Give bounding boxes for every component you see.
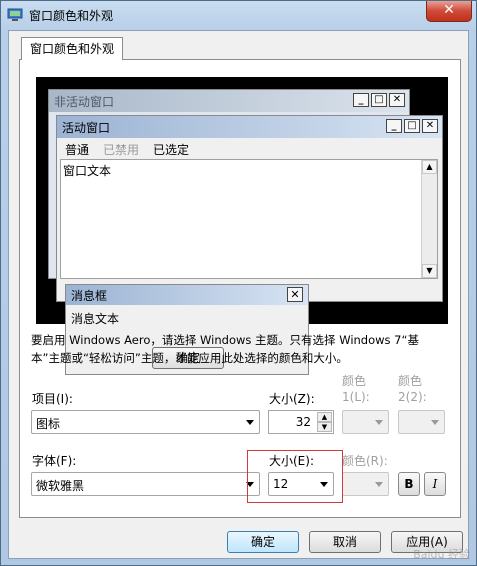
inactive-window-title: 非活动窗口 <box>54 95 115 109</box>
chevron-down-icon <box>375 482 383 487</box>
close-icon: ✕ <box>389 93 405 107</box>
tab-window-color[interactable]: 窗口颜色和外观 <box>21 37 124 60</box>
color2-picker[interactable] <box>398 410 445 434</box>
maximize-icon: □ <box>404 119 420 133</box>
preview-scrollbar[interactable]: ▲ ▼ <box>421 160 437 278</box>
color2-sub-label: 2(2): <box>398 390 427 404</box>
window-text: 窗口文本 <box>63 164 112 178</box>
spin-up-icon[interactable]: ▲ <box>317 412 332 422</box>
italic-button[interactable]: I <box>424 472 446 496</box>
chevron-down-icon <box>246 420 254 425</box>
ok-button[interactable]: 确定 <box>227 531 299 553</box>
active-title-bar[interactable]: 活动窗口 _ □ ✕ <box>57 116 442 138</box>
font-color-label: 颜色(R): <box>342 454 388 468</box>
watermark: Baidu 经验 <box>413 548 470 561</box>
font-label: 字体(F): <box>32 454 77 468</box>
menu-item-normal[interactable]: 普通 <box>65 141 89 158</box>
dialog-window: 窗口颜色和外观 ✕ 窗口颜色和外观 非活动窗口 _ □ ✕ 活动窗口 _ □ ✕… <box>0 0 477 566</box>
spin-down-icon[interactable]: ▼ <box>317 422 332 432</box>
item-size-stepper[interactable]: 32 ▲ ▼ <box>268 410 334 434</box>
scroll-up-icon: ▲ <box>422 160 437 174</box>
item-size-label: 大小(Z): <box>269 392 315 406</box>
tab-panel: 非活动窗口 _ □ ✕ 活动窗口 _ □ ✕ 普通 已禁用 已选定 窗口文本 ▲… <box>19 59 461 518</box>
aero-info-text: 要启用 Windows Aero，请选择 Windows 主题。只有选择 Win… <box>31 333 419 365</box>
maximize-icon: □ <box>371 93 387 107</box>
menu-item-selected[interactable]: 已选定 <box>153 141 189 158</box>
preview-menu-bar: 普通 已禁用 已选定 <box>57 140 442 158</box>
font-color-picker[interactable] <box>342 472 389 496</box>
item-size-value: 32 <box>295 415 311 429</box>
display-settings-icon <box>7 8 23 21</box>
chevron-down-icon <box>375 420 383 425</box>
message-box-title: 消息框 <box>71 289 108 303</box>
cancel-button[interactable]: 取消 <box>309 531 381 553</box>
message-box-title-bar[interactable]: 消息框 ✕ <box>66 285 308 305</box>
bold-button[interactable]: B <box>398 472 420 496</box>
scroll-down-icon: ▼ <box>422 264 437 278</box>
font-select[interactable]: 微软雅黑 <box>31 472 260 496</box>
item-value: 图标 <box>36 417 61 431</box>
preview-active-window[interactable]: 活动窗口 _ □ ✕ 普通 已禁用 已选定 窗口文本 ▲ ▼ <box>56 115 443 302</box>
close-icon: ✕ <box>287 287 303 302</box>
item-label: 项目(I): <box>32 392 73 406</box>
preview-window-body[interactable]: 窗口文本 ▲ ▼ <box>60 159 438 279</box>
appearance-preview[interactable]: 非活动窗口 _ □ ✕ 活动窗口 _ □ ✕ 普通 已禁用 已选定 窗口文本 ▲… <box>36 77 448 375</box>
color1-sub-label: 1(L): <box>342 390 370 404</box>
color1-label: 颜色 <box>342 374 367 388</box>
close-icon: ✕ <box>422 119 438 133</box>
minimize-icon: _ <box>353 93 369 107</box>
minimize-icon: _ <box>386 119 402 133</box>
window-title: 窗口颜色和外观 <box>29 9 114 23</box>
highlight-annotation <box>247 450 343 503</box>
color1-picker[interactable] <box>342 410 389 434</box>
close-button[interactable]: ✕ <box>426 1 472 22</box>
menu-item-disabled[interactable]: 已禁用 <box>103 141 139 158</box>
chevron-down-icon <box>431 420 439 425</box>
item-select[interactable]: 图标 <box>31 410 260 434</box>
font-value: 微软雅黑 <box>36 479 85 493</box>
active-window-title: 活动窗口 <box>62 121 111 135</box>
message-text: 消息文本 <box>71 312 120 326</box>
color2-label: 颜色 <box>398 374 423 388</box>
inactive-title-bar[interactable]: 非活动窗口 _ □ ✕ <box>49 90 409 112</box>
title-bar[interactable]: 窗口颜色和外观 ✕ <box>1 1 476 29</box>
